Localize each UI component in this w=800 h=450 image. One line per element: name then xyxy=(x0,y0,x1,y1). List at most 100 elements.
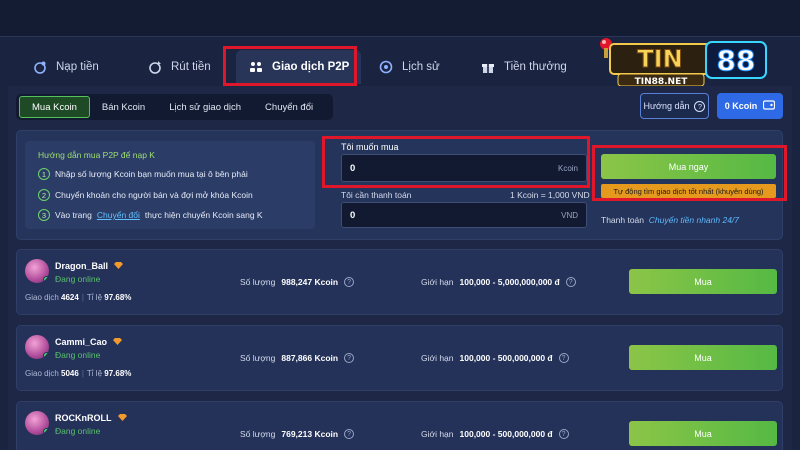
tab-deposit[interactable]: Nạp tiền xyxy=(32,52,99,82)
limit-value: 100,000 - 500,000,000 đ xyxy=(459,429,553,439)
step-text: Nhập số lượng Kcoin bạn muốn mua tại ô b… xyxy=(55,169,248,179)
subtab-sell-kcoin[interactable]: Bán Kcoin xyxy=(90,96,157,118)
diamond-icon xyxy=(113,337,123,347)
trades-value: 4624 xyxy=(61,293,79,302)
seller-name: Dragon_Ball xyxy=(55,261,124,271)
trades-value: 5046 xyxy=(61,369,79,378)
tab-p2p-label: Giao dịch P2P xyxy=(272,61,350,73)
deposit-icon xyxy=(32,59,48,75)
want-buy-label: Tôi muốn mua xyxy=(341,142,399,152)
seller-name: ROCKnROLL xyxy=(55,413,127,423)
tab-bonus-label: Tiền thưởng xyxy=(504,61,567,73)
step-text-post: thực hiện chuyển Kcoin sang K xyxy=(144,210,263,220)
info-icon[interactable]: ? xyxy=(558,429,569,439)
seller-limit: Giới hạn 100,000 - 500,000,000 đ ? xyxy=(421,429,569,439)
avatar xyxy=(25,259,49,283)
online-dot xyxy=(43,352,49,359)
seller-row: Cammi_Cao Đang online Giao dịch 5046 | Tỉ … xyxy=(16,325,783,391)
info-icon[interactable]: ? xyxy=(565,277,576,287)
svg-text:88: 88 xyxy=(717,44,756,77)
payment-method-label: Thanh toán xyxy=(601,215,645,225)
quantity-value: 769,213 Kcoin xyxy=(281,429,339,439)
limit-label: Giới hạn xyxy=(421,277,454,287)
subtab-transaction-history[interactable]: Lịch sử giao dịch xyxy=(157,96,253,118)
wallet-icon xyxy=(763,100,776,112)
quantity-label: Số lượng xyxy=(240,353,276,363)
avatar xyxy=(25,335,49,359)
top-strip xyxy=(0,0,800,36)
pay-amount-label: Tôi cần thanh toán xyxy=(341,190,412,200)
info-icon[interactable]: ? xyxy=(344,277,355,287)
tab-withdraw-label: Rút tiền xyxy=(171,61,211,73)
guide-step-2: 2 Chuyển khoản cho người bán và đợi mở k… xyxy=(38,189,253,201)
seller-row: ROCKnROLL Đang online Số lượng 769,213 K… xyxy=(16,401,783,450)
seller-stats: Giao dịch 5046 | Tỉ lệ 97.68% xyxy=(25,369,132,378)
seller-status: Đang online xyxy=(55,350,101,360)
tab-history-label: Lịch sử xyxy=(402,61,440,73)
guide-button[interactable]: Hướng dẫn ? xyxy=(640,93,709,119)
seller-name-text: ROCKnROLL xyxy=(55,413,112,423)
kcoin-balance-button[interactable]: 0 Kcoin xyxy=(717,93,783,119)
seller-name-text: Cammi_Cao xyxy=(55,337,108,347)
buy-button[interactable]: Mua xyxy=(629,421,777,446)
seller-name: Cammi_Cao xyxy=(55,337,123,347)
buy-button[interactable]: Mua xyxy=(629,345,777,370)
tab-bonus[interactable]: Tiền thưởng xyxy=(480,52,567,82)
online-dot xyxy=(43,428,49,435)
tin88-logo: TIN TIN88.NET 88 xyxy=(598,34,770,90)
step-number: 3 xyxy=(38,209,50,221)
seller-row: Dragon_Ball Đang online Giao dịch 4624 | T… xyxy=(16,249,783,315)
tab-deposit-label: Nạp tiền xyxy=(56,61,99,73)
seller-name-text: Dragon_Ball xyxy=(55,261,109,271)
step-text-pre: Vào trang xyxy=(55,210,92,220)
tab-withdraw[interactable]: Rút tiền xyxy=(147,52,211,82)
info-icon[interactable]: ? xyxy=(344,429,355,439)
rate-value: 97.68% xyxy=(104,293,132,302)
auto-match-note: Tự động tìm giao dịch tốt nhất (khuyên d… xyxy=(601,184,776,198)
guide-title: Hướng dẫn mua P2P để nạp K xyxy=(38,150,155,160)
seller-limit: Giới hạn 100,000 - 500,000,000 đ ? xyxy=(421,353,569,363)
step-text: Chuyển khoản cho người bán và đợi mở khó… xyxy=(55,190,253,200)
info-icon[interactable]: ? xyxy=(344,353,355,363)
quantity-value: 988,247 Kcoin xyxy=(281,277,339,287)
tab-history[interactable]: Lịch sử xyxy=(378,52,440,82)
limit-value: 100,000 - 5,000,000,000 đ xyxy=(459,277,560,287)
seller-status: Đang online xyxy=(55,274,101,284)
guide-button-label: Hướng dẫn xyxy=(643,101,690,111)
subtab-convert[interactable]: Chuyển đổi xyxy=(253,96,325,118)
quantity-label: Số lượng xyxy=(240,277,276,287)
seller-quantity: Số lượng 988,247 Kcoin ? xyxy=(240,277,355,287)
payment-method-value[interactable]: Chuyển tiền nhanh 24/7 xyxy=(649,215,739,225)
sub-tabs: Mua Kcoin Bán Kcoin Lịch sử giao dịch Ch… xyxy=(16,94,333,120)
buy-amount-input[interactable]: 0 Kcoin xyxy=(341,154,587,182)
history-icon xyxy=(378,59,394,75)
seller-stats: Giao dịch 4624 | Tỉ lệ 97.68% xyxy=(25,293,132,302)
limit-value: 100,000 - 500,000,000 đ xyxy=(459,353,553,363)
kcoin-balance-label: 0 Kcoin xyxy=(724,101,758,111)
online-dot xyxy=(43,276,49,283)
seller-quantity: Số lượng 887,866 Kcoin ? xyxy=(240,353,355,363)
pay-amount-input[interactable]: 0 VND xyxy=(341,202,587,228)
quantity-label: Số lượng xyxy=(240,429,276,439)
payment-method: Thanh toán Chuyển tiền nhanh 24/7 xyxy=(601,215,739,225)
buy-amount-value: 0 xyxy=(350,163,356,174)
subtab-buy-kcoin[interactable]: Mua Kcoin xyxy=(19,96,90,118)
avatar xyxy=(25,411,49,435)
tab-p2p[interactable]: Giao dịch P2P xyxy=(236,50,362,84)
step-number: 1 xyxy=(38,168,50,180)
buy-now-button[interactable]: Mua ngay xyxy=(601,154,776,179)
seller-status: Đang online xyxy=(55,426,101,436)
buy-button[interactable]: Mua xyxy=(629,269,777,294)
pay-amount-unit: VND xyxy=(561,211,578,220)
guide-step-1: 1 Nhập số lượng Kcoin bạn muốn mua tại ô… xyxy=(38,168,248,180)
seller-quantity: Số lượng 769,213 Kcoin ? xyxy=(240,429,355,439)
convert-link[interactable]: Chuyển đổi xyxy=(97,210,140,220)
withdraw-icon xyxy=(147,59,163,75)
trades-label: Giao dịch xyxy=(25,369,59,378)
limit-label: Giới hạn xyxy=(421,353,454,363)
guide-step-3: 3 Vào trang Chuyển đổi thực hiện chuyển … xyxy=(38,209,263,221)
rate-label: Tỉ lệ xyxy=(86,293,103,302)
info-icon[interactable]: ? xyxy=(558,353,569,363)
p2p-icon xyxy=(248,59,264,75)
step-number: 2 xyxy=(38,189,50,201)
